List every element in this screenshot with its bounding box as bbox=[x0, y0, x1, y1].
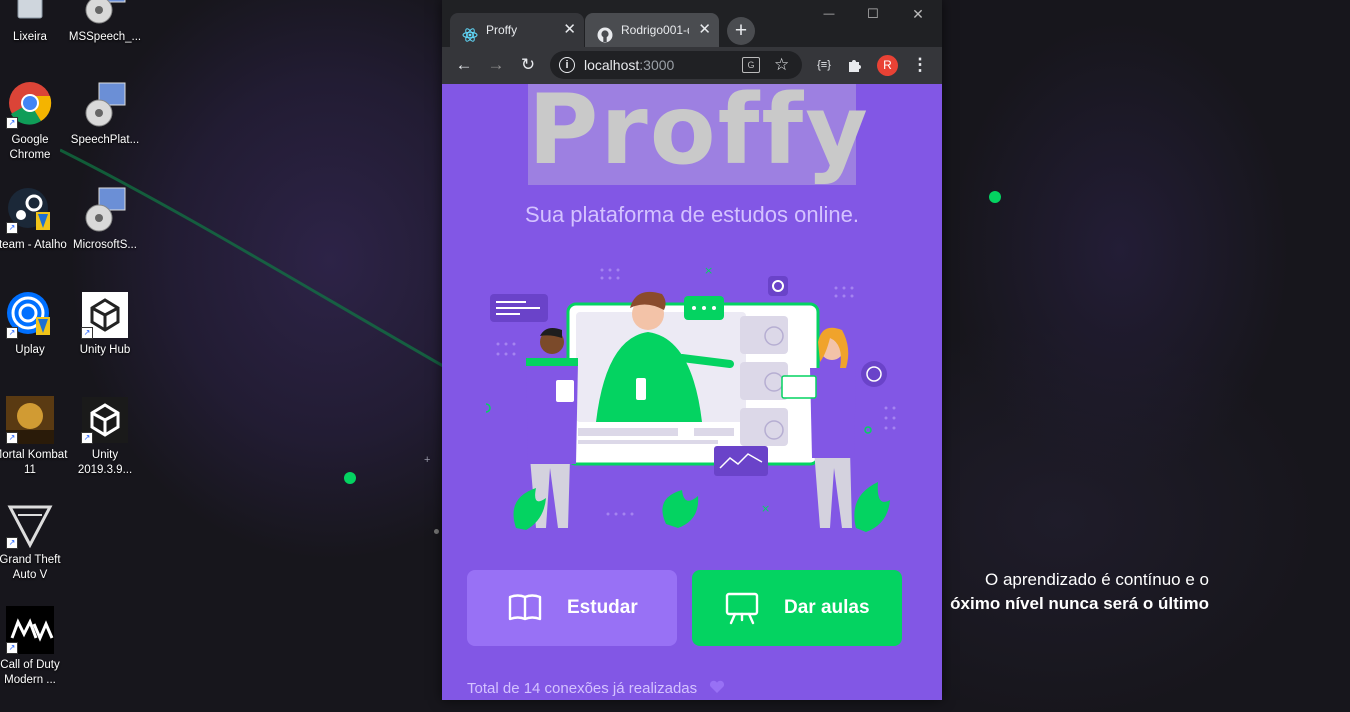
kebab-menu-icon[interactable]: ⋮ bbox=[908, 53, 932, 77]
browser-window: Proffy ✕ Rodrigo001-d ✕ + — ☐ ✕ ← → ↻ i … bbox=[442, 0, 942, 700]
shortcut-arrow-icon: ↗ bbox=[6, 222, 18, 234]
minimize-window-button[interactable]: — bbox=[812, 4, 846, 24]
star-decoration: + bbox=[424, 454, 431, 466]
close-window-button[interactable]: ✕ bbox=[901, 4, 935, 24]
shortcut-arrow-icon: ↗ bbox=[81, 432, 93, 444]
desktop-icon-label: Grand Theft Auto V bbox=[0, 554, 61, 581]
desktop-icon-uplay[interactable]: ↗ Uplay bbox=[0, 291, 68, 358]
shortcut-arrow-icon: ↗ bbox=[6, 537, 18, 549]
recycle-bin-icon bbox=[6, 0, 54, 26]
close-tab-icon[interactable]: ✕ bbox=[563, 13, 576, 47]
study-button[interactable]: Estudar bbox=[467, 570, 677, 646]
installer-icon bbox=[81, 0, 129, 26]
open-book-icon bbox=[508, 594, 542, 621]
logo: Proffy bbox=[528, 74, 868, 186]
mortal-kombat-icon: ↗ bbox=[6, 396, 54, 444]
desktop-icon-microsofts[interactable]: MicrosoftS... bbox=[67, 186, 143, 253]
tab-github[interactable]: Rodrigo001-d ✕ bbox=[585, 13, 719, 47]
chrome-icon: ↗ bbox=[6, 81, 54, 129]
desktop-icon-label: Call of Duty Modern ... bbox=[0, 659, 60, 686]
landing-page: Proffy Sua plataforma de estudos online.… bbox=[442, 74, 942, 700]
desktop-icon-label: Google Chrome bbox=[9, 134, 51, 161]
unity-icon: ↗ bbox=[81, 396, 129, 444]
star-decoration bbox=[434, 529, 439, 534]
svg-text:×: × bbox=[761, 502, 770, 515]
new-tab-button[interactable]: + bbox=[727, 17, 755, 45]
shortcut-arrow-icon: ↗ bbox=[81, 327, 93, 339]
desktop-icon-google-chrome[interactable]: ↗ Google Chrome bbox=[0, 81, 68, 163]
desktop-icon-label: Unity 2019.3.9... bbox=[77, 449, 133, 476]
gta-v-icon: ↗ bbox=[6, 501, 54, 549]
unity-icon: ↗ bbox=[81, 291, 129, 339]
desktop-icon-unity-2019[interactable]: ↗ Unity 2019.3.9... bbox=[67, 396, 143, 478]
shortcut-arrow-icon: ↗ bbox=[6, 117, 18, 129]
logo-text: Proffy bbox=[528, 74, 870, 186]
profile-avatar[interactable]: R bbox=[877, 55, 898, 76]
back-arrow-icon[interactable]: ← bbox=[452, 53, 476, 77]
desktop-icon-recycle-bin[interactable]: Lixeira bbox=[0, 0, 68, 45]
desktop-icon-call-of-duty[interactable]: ↗ Call of Duty Modern ... bbox=[0, 606, 68, 688]
steam-icon: ↗ bbox=[6, 186, 54, 234]
desktop-icon-label: MicrosoftS... bbox=[73, 239, 137, 251]
green-dot-decoration bbox=[989, 191, 1001, 203]
hero-illustration: × × bbox=[486, 264, 896, 532]
desktop-icon-label: SpeechPlat... bbox=[70, 134, 140, 146]
installer-icon bbox=[81, 81, 129, 129]
heart-icon bbox=[710, 680, 725, 693]
maximize-window-button[interactable]: ☐ bbox=[856, 4, 890, 24]
installer-icon bbox=[81, 186, 129, 234]
desktop-icon-label: Uplay bbox=[15, 344, 45, 356]
shortcut-arrow-icon: ↗ bbox=[6, 327, 18, 339]
close-tab-icon[interactable]: ✕ bbox=[698, 13, 711, 47]
green-dot-decoration bbox=[344, 472, 356, 484]
desktop-icon-label: MSSpeech_... bbox=[68, 31, 142, 43]
presentation-board-icon bbox=[725, 592, 759, 625]
desktop-icon-msspeech[interactable]: MSSpeech_... bbox=[67, 0, 143, 45]
desktop-icon-label: Mortal Kombat 11 bbox=[0, 449, 68, 476]
desktop-icon-label: Unity Hub bbox=[79, 344, 131, 356]
shortcut-arrow-icon: ↗ bbox=[6, 642, 18, 654]
connections-text: Total de 14 conexões já realizadas bbox=[467, 680, 698, 697]
wallpaper-tagline-line1: O aprendizado é contínuo e o bbox=[985, 570, 1209, 589]
wallpaper-tagline-line2: óximo nível nunca será o último bbox=[950, 594, 1209, 613]
page-subtitle: Sua plataforma de estudos online. bbox=[525, 202, 859, 227]
desktop-icon-label: steam - Atalho bbox=[0, 239, 67, 251]
shortcut-arrow-icon: ↗ bbox=[6, 432, 18, 444]
tab-proffy[interactable]: Proffy ✕ bbox=[450, 13, 584, 47]
desktop-icon-mortal-kombat[interactable]: ↗ Mortal Kombat 11 bbox=[0, 396, 68, 478]
svg-text:×: × bbox=[704, 264, 713, 277]
github-icon bbox=[597, 22, 613, 43]
desktop-icon-steam[interactable]: ↗ steam - Atalho bbox=[0, 186, 68, 253]
tab-title: Rodrigo001-d bbox=[621, 23, 689, 37]
tab-strip: Proffy ✕ Rodrigo001-d ✕ + — ☐ ✕ bbox=[442, 0, 942, 47]
react-icon bbox=[462, 22, 478, 42]
forward-arrow-icon[interactable]: → bbox=[484, 53, 508, 77]
desktop-icon-gta-v[interactable]: ↗ Grand Theft Auto V bbox=[0, 501, 68, 583]
connections-counter: Total de 14 conexões já realizadas bbox=[467, 680, 725, 697]
desktop-icon-speechplat[interactable]: SpeechPlat... bbox=[67, 81, 143, 148]
teach-button-label: Dar aulas bbox=[784, 597, 870, 618]
teach-button[interactable]: Dar aulas bbox=[692, 570, 902, 646]
call-of-duty-icon: ↗ bbox=[6, 606, 54, 654]
tab-title: Proffy bbox=[486, 23, 518, 37]
uplay-icon: ↗ bbox=[6, 291, 54, 339]
study-button-label: Estudar bbox=[567, 597, 638, 618]
desktop-icon-unity-hub[interactable]: ↗ Unity Hub bbox=[67, 291, 143, 358]
desktop-icon-label: Lixeira bbox=[13, 31, 47, 43]
